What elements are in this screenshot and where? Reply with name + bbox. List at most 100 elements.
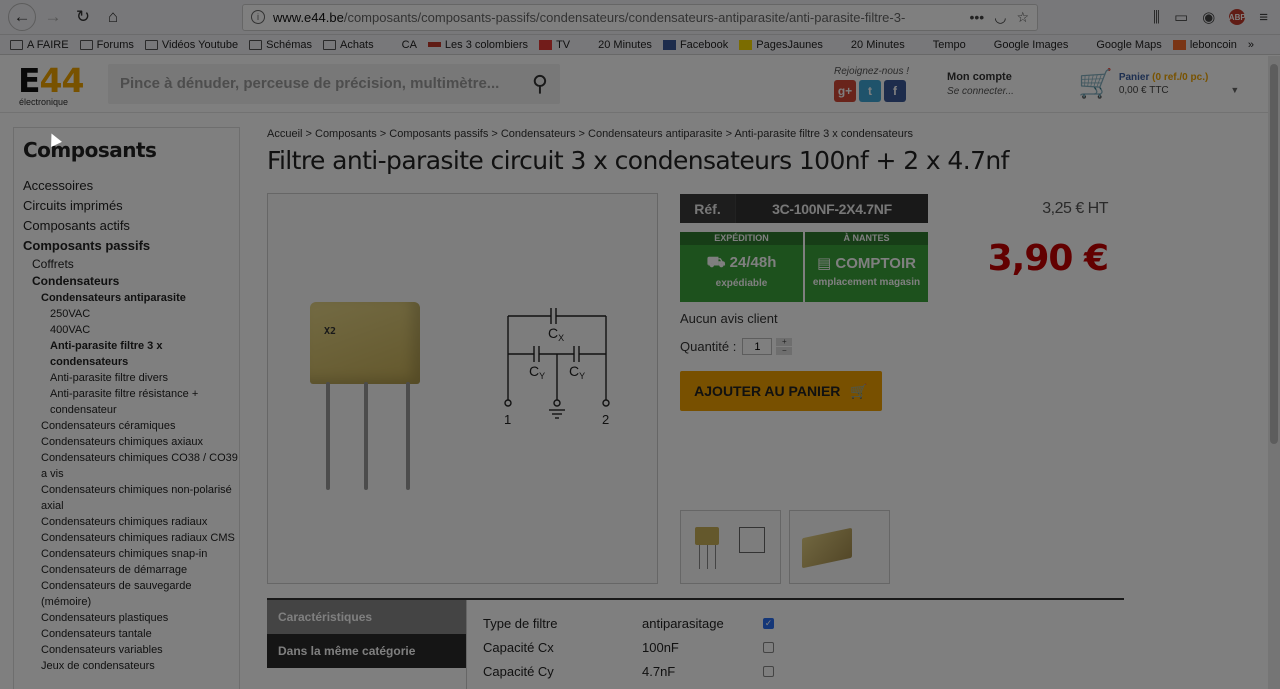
- bookmark-item[interactable]: 20 Minutes: [581, 39, 652, 51]
- quantity-minus-button[interactable]: −: [776, 347, 793, 355]
- quantity-plus-button[interactable]: +: [776, 338, 793, 346]
- spec-checkbox[interactable]: [763, 665, 774, 677]
- sidebar-item[interactable]: Condensateurs chimiques radiaux: [23, 514, 239, 530]
- url-text[interactable]: www.e44.be/composants/composants-passifs…: [273, 10, 970, 25]
- bookmarks-bar: A FAIRE Forums Vidéos Youtube Schémas Achats…: [0, 35, 1280, 55]
- facebook-icon[interactable]: f: [884, 79, 906, 102]
- reload-icon[interactable]: ↻: [70, 4, 96, 30]
- sidebar-item[interactable]: Condensateurs chimiques axiaux: [23, 434, 239, 450]
- bookmark-item[interactable]: Vidéos Youtube: [144, 39, 238, 51]
- product-image[interactable]: X2 CX CY CY 1 2: [267, 193, 658, 584]
- bookmark-item[interactable]: CA: [385, 39, 417, 51]
- sidebar-item[interactable]: 250VAC: [23, 306, 239, 322]
- cart-summary[interactable]: 🛒 Panier (0 ref./0 pc.) 0,00 € TTC ▼: [1078, 67, 1239, 100]
- breadcrumb[interactable]: Accueil > Composants > Composants passif…: [267, 128, 913, 140]
- site-logo[interactable]: E44 électronique: [18, 61, 88, 107]
- price-ht: 3,25 € HT: [1042, 200, 1108, 217]
- bookmark-item[interactable]: A FAIRE: [10, 39, 69, 51]
- sidebar-item[interactable]: Accessoires: [23, 176, 239, 196]
- sidebar-item[interactable]: Condensateurs: [23, 273, 239, 290]
- google-plus-icon[interactable]: g+: [834, 79, 856, 102]
- sidebar-item[interactable]: Condensateurs chimiques snap-in: [23, 546, 239, 562]
- sidebar-item[interactable]: Jeux de condensateurs: [23, 658, 239, 674]
- star-icon[interactable]: ☆: [1016, 9, 1029, 26]
- account-link[interactable]: Mon compte Se connecter...: [947, 71, 1014, 97]
- category-sidebar: Composants Accessoires Circuits imprimés C…: [13, 127, 240, 689]
- tab-same-category[interactable]: Dans la même catégorie: [267, 634, 466, 668]
- more-dots-icon[interactable]: •••: [970, 9, 985, 26]
- info-icon[interactable]: i: [251, 10, 265, 24]
- svg-text:CY: CY: [529, 363, 545, 381]
- sidebar-item[interactable]: Condensateurs chimiques CO38 / CO39 a vi…: [23, 450, 239, 482]
- menu-icon[interactable]: ≡: [1259, 9, 1268, 26]
- back-arrow-icon[interactable]: ←: [8, 3, 36, 31]
- tab-characteristics[interactable]: Caractéristiques: [267, 600, 466, 634]
- sidebar-item[interactable]: Composants passifs: [23, 236, 239, 256]
- library-icon[interactable]: ⫼: [1153, 9, 1160, 26]
- bookmark-item[interactable]: 20 Minutes: [834, 39, 905, 51]
- spec-checkbox[interactable]: [763, 641, 774, 653]
- bookmark-item[interactable]: Tempo: [916, 39, 966, 51]
- favicon-icon: [662, 39, 676, 50]
- sidebar-item[interactable]: Composants actifs: [23, 216, 239, 236]
- forward-arrow-icon[interactable]: →: [40, 4, 66, 30]
- extension-icon[interactable]: ◉: [1202, 8, 1215, 26]
- bookmark-item[interactable]: Schémas: [249, 39, 312, 51]
- chevron-right-icon[interactable]: »: [1248, 39, 1254, 51]
- twitter-icon[interactable]: t: [859, 79, 881, 102]
- spec-checkbox[interactable]: ✓: [763, 617, 774, 629]
- sidebar-item[interactable]: Condensateurs antiparasite: [23, 290, 239, 306]
- sidebar-icon[interactable]: ▭: [1174, 8, 1188, 26]
- favicon-icon: [916, 40, 929, 50]
- thumbnail-2[interactable]: [789, 510, 890, 584]
- url-bar[interactable]: i www.e44.be/composants/composants-passi…: [242, 3, 1038, 31]
- sidebar-item[interactable]: Anti-parasite filtre 3 x condensateurs: [23, 338, 239, 370]
- home-icon[interactable]: ⌂: [100, 4, 126, 30]
- sidebar-item[interactable]: Condensateurs céramiques: [23, 418, 239, 434]
- sidebar-item[interactable]: Condensateurs de sauvegarde (mémoire): [23, 578, 239, 610]
- bookmark-item[interactable]: Achats: [322, 39, 374, 51]
- bookmark-item[interactable]: Les 3 colombiers: [427, 39, 528, 51]
- sidebar-item[interactable]: 400VAC: [23, 322, 239, 338]
- bookmark-item[interactable]: Forums: [79, 39, 134, 51]
- cart-plus-icon: 🛒: [850, 382, 868, 399]
- sidebar-item[interactable]: Condensateurs chimiques radiaux CMS: [23, 530, 239, 546]
- quantity-control: Quantité : + −: [680, 338, 1124, 355]
- bookmark-item[interactable]: leboncoin: [1172, 39, 1237, 51]
- sidebar-item[interactable]: Condensateurs tantale: [23, 626, 239, 642]
- folder-icon: [144, 39, 158, 50]
- chevron-down-icon[interactable]: ▼: [1230, 85, 1239, 95]
- bookmark-item[interactable]: Google Images: [977, 39, 1069, 51]
- sidebar-item[interactable]: Anti-parasite filtre résistance + conden…: [23, 386, 239, 418]
- sidebar-item[interactable]: Condensateurs variables: [23, 642, 239, 658]
- search-input[interactable]: [120, 75, 532, 92]
- capacitor-photo: X2: [310, 302, 420, 384]
- sidebar-item[interactable]: Condensateurs de démarrage: [23, 562, 239, 578]
- adblock-icon[interactable]: ABP: [1229, 9, 1246, 25]
- bookmark-item[interactable]: TV: [539, 39, 570, 51]
- svg-text:CX: CX: [548, 325, 564, 343]
- add-to-cart-button[interactable]: AJOUTER AU PANIER 🛒: [680, 371, 882, 411]
- spec-row: Capacité Cy 4.7nF: [483, 659, 1124, 683]
- sidebar-item[interactable]: Coffrets: [23, 256, 239, 273]
- page-scrollbar[interactable]: [1268, 56, 1280, 689]
- bookmark-item[interactable]: Facebook: [662, 39, 728, 51]
- price-ttc: 3,90 €: [987, 238, 1109, 279]
- favicon-icon: [1172, 39, 1186, 50]
- quantity-input[interactable]: [742, 338, 773, 355]
- sidebar-item[interactable]: Condensateurs plastiques: [23, 610, 239, 626]
- sidebar-item[interactable]: Anti-parasite filtre divers: [23, 370, 239, 386]
- sidebar-item[interactable]: Circuits imprimés: [23, 196, 239, 216]
- store-badge: À NANTES ▤ COMPTOIR emplacement magasin: [805, 232, 928, 302]
- bookmark-item[interactable]: Google Maps: [1079, 39, 1161, 51]
- search-icon[interactable]: ⚲: [532, 71, 548, 97]
- thumbnail-1[interactable]: [680, 510, 781, 584]
- folder-icon: [322, 39, 336, 50]
- schematic-diagram: CX CY CY 1 2: [504, 308, 610, 427]
- pocket-icon[interactable]: ◡: [994, 9, 1006, 26]
- availability-badges: EXPÉDITION ⛟ 24/48h expédiable À NANTES …: [680, 232, 928, 302]
- svg-text:2: 2: [602, 412, 609, 427]
- bookmark-item[interactable]: PagesJaunes: [739, 39, 823, 51]
- product-info: Réf. 3C-100NF-2X4.7NF 3,25 € HT 3,90 € E…: [680, 194, 1124, 411]
- sidebar-item[interactable]: Condensateurs chimiques non-polarisé axi…: [23, 482, 239, 514]
